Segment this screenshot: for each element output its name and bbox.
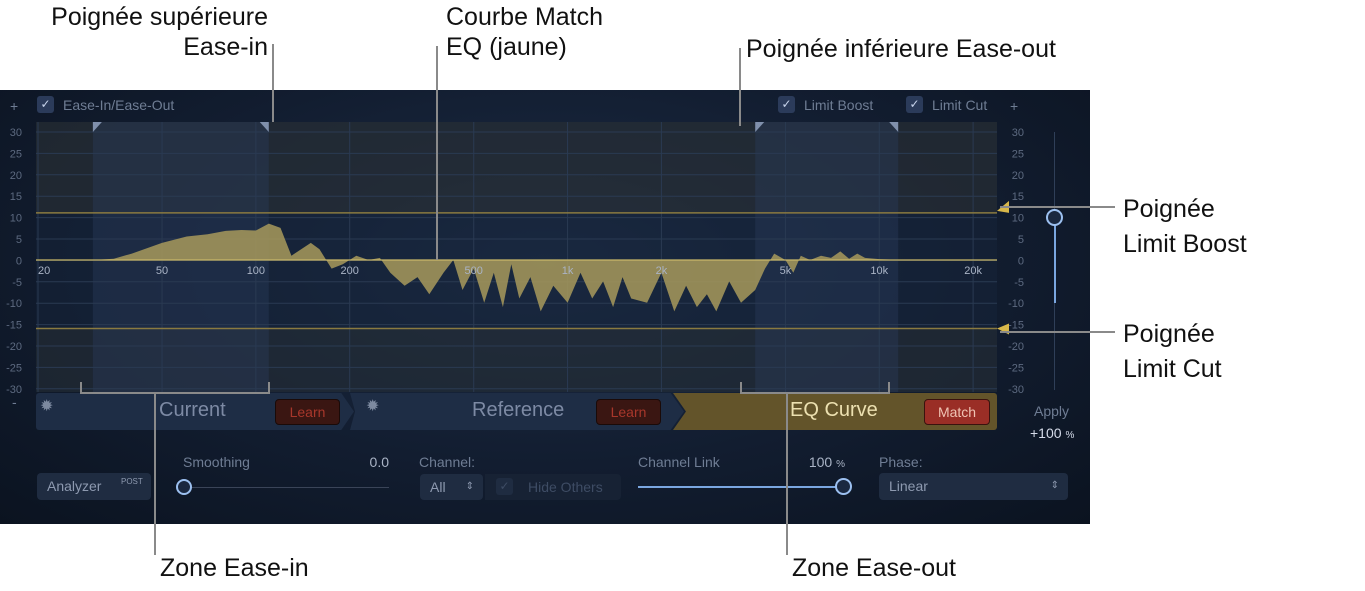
bracket-ease-out-r — [888, 382, 890, 394]
freq-tick-label: 1k — [562, 265, 574, 277]
bracket-ease-in-r — [268, 382, 270, 394]
apply-slider-fill — [1054, 217, 1056, 303]
callout-limit-boost: Poignée Limit Boost — [1123, 192, 1247, 262]
apply-label: Apply — [1034, 403, 1069, 419]
analyzer-label: Analyzer — [47, 478, 101, 494]
channel-link-number: 100 — [809, 454, 832, 470]
tick-label-left: 0 — [16, 255, 22, 267]
eq-graph[interactable]: 303025252020151510105500-5-5-10-10-15-15… — [0, 90, 1090, 400]
apply-unit: % — [1065, 430, 1074, 441]
channel-label: Channel: — [419, 454, 475, 470]
tick-label-left: 15 — [10, 191, 22, 203]
smoothing-knob[interactable] — [176, 479, 192, 495]
hide-others-label: Hide Others — [528, 479, 603, 495]
current-learn-button[interactable]: Learn — [275, 399, 340, 425]
tick-label-right: 0 — [1018, 255, 1024, 267]
tick-label-right: 25 — [1012, 148, 1024, 160]
phase-label: Phase: — [879, 454, 923, 470]
updown-icon: ⇕ — [1051, 473, 1059, 499]
tick-label-left: 25 — [10, 148, 22, 160]
freq-tick-label: 200 — [341, 265, 359, 277]
freq-tick-label: 100 — [247, 265, 265, 277]
bracket-ease-in-l — [80, 382, 82, 394]
tick-label-right: 10 — [1012, 213, 1024, 225]
tick-label-left: -15 — [6, 320, 22, 332]
apply-value: +100 % — [1030, 425, 1074, 441]
tick-label-right: 30 — [1012, 127, 1024, 139]
post-badge: POST — [121, 477, 143, 486]
reference-learn-button[interactable]: Learn — [596, 399, 661, 425]
tick-label-left: -10 — [6, 298, 22, 310]
tick-label-right: -15 — [1008, 320, 1024, 332]
hide-others-checkbox[interactable]: ✓ — [496, 478, 513, 495]
eq-curve-label: EQ Curve — [790, 399, 878, 422]
smoothing-value: 0.0 — [340, 454, 389, 470]
phase-select[interactable]: Linear ⇕ — [879, 473, 1068, 500]
match-eq-plugin: + ✓ Ease-In/Ease-Out ✓ Limit Boost ✓ Lim… — [0, 90, 1090, 524]
freq-tick-label: 50 — [156, 265, 168, 277]
tick-label-right: 5 — [1018, 234, 1024, 246]
tick-label-right: -25 — [1008, 362, 1024, 374]
current-section: ✹ Current Learn — [36, 393, 354, 430]
smoothing-label: Smoothing — [183, 454, 250, 470]
channel-link-unit: % — [836, 459, 845, 470]
tick-label-left: -5 — [12, 277, 22, 289]
callout-match-curve: Courbe Match EQ (jaune) — [446, 2, 603, 62]
tick-label-right: -20 — [1008, 341, 1024, 353]
reference-label: Reference — [472, 399, 564, 422]
tick-label-right: -30 — [1008, 384, 1024, 396]
callout-line-limit-cut — [1000, 331, 1115, 333]
callout-limit-cut: Poignée Limit Cut — [1123, 317, 1222, 387]
tick-label-left: 30 — [10, 127, 22, 139]
tick-label-right: -10 — [1008, 298, 1024, 310]
callout-ease-in-handle: Poignée supérieure Ease-in — [12, 2, 268, 62]
tick-label-left: 20 — [10, 170, 22, 182]
channel-select[interactable]: All ⇕ — [420, 474, 483, 500]
match-button[interactable]: Match — [924, 399, 990, 425]
bracket-ease-out — [740, 392, 890, 394]
freq-tick-label: 500 — [465, 265, 483, 277]
callout-line-ease-in-handle — [272, 44, 274, 122]
eq-curve-section: EQ Curve Match — [673, 393, 997, 430]
channel-link-knob[interactable] — [835, 478, 852, 495]
tick-label-left: -30 — [6, 384, 22, 396]
hide-others-toggle[interactable]: ✓ Hide Others — [485, 474, 621, 500]
tick-label-right: -5 — [1014, 277, 1024, 289]
bracket-ease-out-l — [740, 382, 742, 394]
callout-ease-out-zone: Zone Ease-out — [792, 553, 956, 583]
tick-label-left: -25 — [6, 362, 22, 374]
callout-ease-out-handle: Poignée inférieure Ease-out — [746, 34, 1056, 64]
callout-ease-in-zone: Zone Ease-in — [160, 553, 309, 583]
freq-tick-label: 2k — [656, 265, 668, 277]
phase-value: Linear — [889, 478, 928, 494]
callout-line-ease-out-zone — [786, 392, 788, 555]
freq-tick-label: 20 — [38, 265, 50, 277]
tick-label-right: 20 — [1012, 170, 1024, 182]
analyzer-button[interactable]: Analyzer POST — [37, 473, 151, 500]
freq-tick-label: 5k — [780, 265, 792, 277]
apply-value-number: +100 — [1030, 425, 1062, 441]
gear-icon[interactable]: ✹ — [366, 396, 379, 416]
callout-line-limit-boost — [1000, 206, 1115, 208]
reference-section: ✹ Reference Learn — [350, 393, 684, 430]
callout-line-match-curve — [436, 46, 438, 260]
channel-link-slider[interactable] — [638, 486, 843, 488]
tick-label-left: 5 — [16, 234, 22, 246]
callout-line-ease-out-handle — [739, 48, 741, 126]
tick-label-left: 10 — [10, 213, 22, 225]
channel-value: All — [430, 479, 446, 495]
smoothing-slider[interactable] — [183, 487, 389, 488]
bracket-ease-in — [80, 392, 270, 394]
freq-tick-label: 20k — [964, 265, 982, 277]
updown-icon: ⇕ — [466, 474, 474, 500]
current-label: Current — [159, 399, 226, 422]
freq-tick-label: 10k — [870, 265, 888, 277]
channel-link-label: Channel Link — [638, 454, 720, 470]
callout-line-ease-in-zone — [154, 392, 156, 555]
channel-link-value: 100 % — [780, 454, 845, 470]
apply-slider-knob[interactable] — [1046, 209, 1063, 226]
gear-icon[interactable]: ✹ — [40, 396, 53, 416]
tick-label-left: -20 — [6, 341, 22, 353]
tick-label-right: 15 — [1012, 191, 1024, 203]
